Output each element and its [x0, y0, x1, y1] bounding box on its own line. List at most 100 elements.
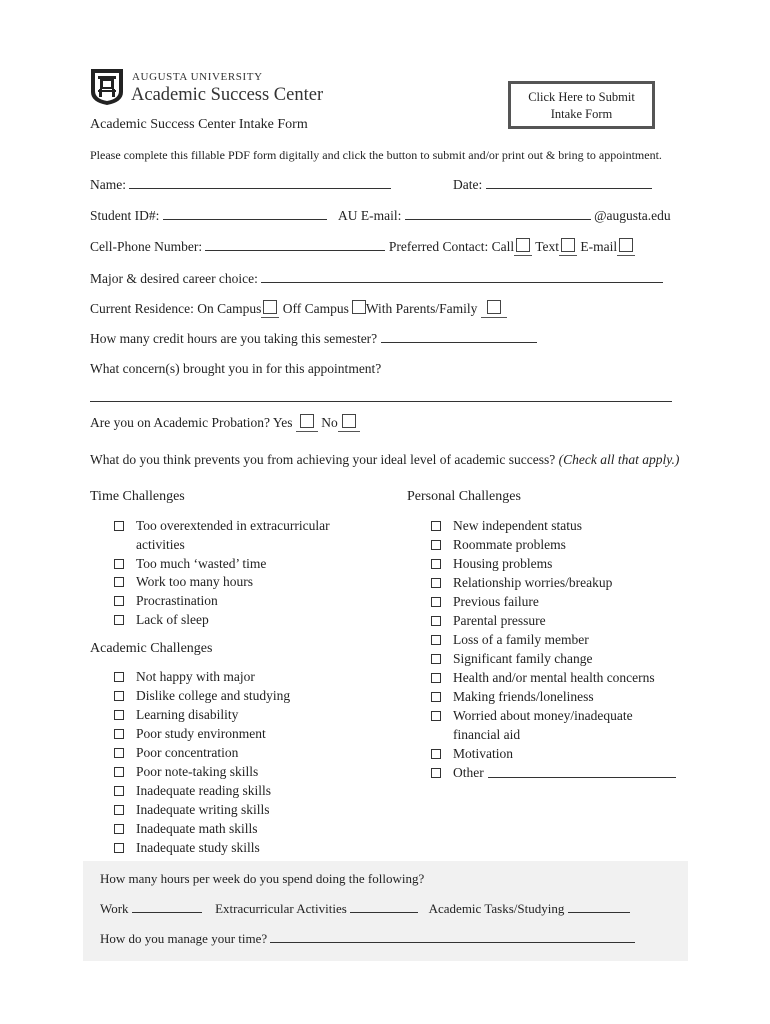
probation-label: Are you on Academic Probation? — [90, 415, 270, 430]
work-hours-field[interactable] — [131, 900, 202, 913]
contact-option-text-label: Text — [535, 239, 560, 254]
challenges-note: (Check all that apply.) — [558, 452, 680, 467]
residence-label: Current Residence: — [90, 301, 194, 316]
major-label: Major & desired career choice: — [90, 271, 258, 286]
academic-challenge-checkbox[interactable] — [114, 786, 124, 796]
personal-challenge-item-label: Other — [453, 765, 484, 780]
time-challenge-item-label: Procrastination — [136, 593, 218, 609]
name-row: Name: — [90, 176, 392, 193]
personal-challenge-checkbox[interactable] — [431, 635, 441, 645]
academic-challenge-checkbox[interactable] — [114, 843, 124, 853]
time-challenge-item-label: Lack of sleep — [136, 612, 209, 627]
probation-row: Are you on Academic Probation? Yes No — [90, 414, 360, 432]
time-challenge-item-label: Too much ‘wasted’ time — [136, 555, 267, 571]
residence-off-campus-checkbox[interactable] — [351, 300, 366, 314]
academic-challenge-item-label: Dislike college and studying — [136, 688, 291, 703]
academic-challenge-checkbox[interactable] — [114, 748, 124, 758]
academic-challenge-checkbox[interactable] — [114, 710, 124, 720]
academic-hours-label: Academic Tasks/Studying — [428, 901, 565, 916]
academic-challenge-checkbox[interactable] — [114, 824, 124, 834]
credit-hours-field[interactable] — [380, 330, 537, 343]
extracurricular-hours-label: Extracurricular Activities — [215, 901, 347, 916]
time-challenge-checkbox[interactable] — [114, 577, 124, 588]
academic-challenge-checkbox[interactable] — [114, 805, 124, 815]
form-title: Academic Success Center Intake Form — [90, 117, 308, 132]
personal-challenge-item-label: Parental pressure — [453, 613, 546, 628]
other-field[interactable] — [488, 765, 676, 778]
personal-challenge-checkbox[interactable] — [431, 540, 441, 550]
time-challenge-checkbox[interactable] — [114, 521, 124, 531]
contact-call-checkbox[interactable] — [516, 238, 531, 252]
academic-challenge-item-label: Learning disability — [136, 707, 239, 722]
personal-challenge-item-label: Relationship worries/breakup — [453, 575, 613, 590]
email-field[interactable] — [404, 207, 591, 220]
manage-time-field[interactable] — [270, 930, 636, 943]
probation-no-checkbox[interactable] — [341, 414, 356, 428]
personal-challenge-item-label: Loss of a family member — [453, 632, 589, 647]
academic-challenge-item-label: Inadequate study skills — [136, 840, 260, 855]
time-challenge-item-label: Too overextended in extracurricular — [136, 518, 330, 533]
academic-hours-field[interactable] — [567, 900, 630, 913]
concerns-field[interactable] — [90, 389, 672, 402]
personal-challenge-checkbox[interactable] — [431, 768, 441, 778]
extracurricular-hours-field[interactable] — [350, 900, 419, 913]
residence-with-parents-label: With Parents/Family — [365, 301, 478, 316]
personal-challenge-item-label: Roommate problems — [453, 537, 566, 552]
email-suffix: @augusta.edu — [594, 208, 671, 223]
personal-challenges-heading: Personal Challenges — [407, 489, 521, 504]
contact-email-checkbox[interactable] — [619, 238, 634, 252]
manage-time-label: How do you manage your time? — [100, 931, 268, 946]
manage-time-row: How do you manage your time? — [100, 930, 636, 947]
submit-intake-form-button[interactable]: Click Here to Submit Intake Form — [508, 81, 655, 129]
residence-on-campus-checkbox[interactable] — [263, 300, 278, 314]
time-challenge-checkbox[interactable] — [114, 558, 124, 569]
academic-challenge-item-label: Poor study environment — [136, 726, 266, 741]
personal-challenge-checkbox[interactable] — [431, 749, 441, 759]
date-label: Date: — [453, 177, 483, 192]
academic-challenge-checkbox[interactable] — [114, 767, 124, 777]
residence-with-parents-checkbox[interactable] — [486, 300, 501, 314]
time-challenge-checkbox[interactable] — [114, 596, 124, 607]
time-challenge-checkbox[interactable] — [114, 615, 124, 625]
personal-challenge-item-label: Making friends/loneliness — [453, 689, 594, 704]
personal-challenge-checkbox[interactable] — [431, 673, 441, 683]
submit-button-label-line2: Intake Form — [550, 107, 613, 121]
time-challenge-item-label-continued: activities — [136, 536, 185, 552]
personal-challenge-checkbox[interactable] — [431, 597, 441, 607]
major-field[interactable] — [261, 270, 664, 283]
academic-challenge-checkbox[interactable] — [114, 672, 124, 682]
personal-challenge-checkbox[interactable] — [431, 654, 441, 664]
name-label: Name: — [90, 177, 126, 192]
phone-row: Cell-Phone Number: Preferred Contact: Ca… — [90, 238, 636, 256]
personal-challenge-checkbox[interactable] — [431, 711, 441, 721]
date-field[interactable] — [485, 176, 652, 189]
date-row: Date: — [453, 176, 652, 193]
personal-challenge-checkbox[interactable] — [431, 559, 441, 569]
student-id-field[interactable] — [162, 207, 327, 220]
department-name: Academic Success Center — [131, 85, 324, 105]
residence-on-campus-label: On Campus — [197, 301, 262, 316]
phone-field[interactable] — [205, 238, 386, 251]
personal-challenge-item-label: Housing problems — [453, 556, 553, 571]
contact-text-checkbox[interactable] — [561, 238, 576, 252]
personal-challenge-item-label: New independent status — [453, 518, 582, 533]
personal-challenge-item-label: Motivation — [453, 746, 513, 761]
major-row: Major & desired career choice: — [90, 270, 664, 287]
preferred-contact-label: Preferred Contact: — [388, 239, 489, 254]
challenges-question: What do you think prevents you from achi… — [90, 452, 679, 468]
personal-challenge-checkbox[interactable] — [431, 578, 441, 588]
personal-challenge-item-label: Significant family change — [453, 651, 593, 666]
academic-challenge-checkbox[interactable] — [114, 691, 124, 701]
time-challenges-heading: Time Challenges — [90, 489, 185, 504]
personal-challenge-checkbox[interactable] — [431, 616, 441, 626]
university-name: AUGUSTA UNIVERSITY — [132, 71, 263, 83]
name-field[interactable] — [129, 176, 392, 189]
personal-challenge-checkbox[interactable] — [431, 521, 441, 531]
personal-challenge-item-label-continued: financial aid — [453, 727, 521, 742]
academic-challenge-item-label: Poor note-taking skills — [136, 764, 259, 779]
probation-yes-checkbox[interactable] — [299, 414, 314, 428]
personal-challenge-checkbox[interactable] — [431, 692, 441, 702]
phone-label: Cell-Phone Number: — [90, 239, 203, 254]
academic-challenge-checkbox[interactable] — [114, 729, 124, 739]
student-id-label: Student ID#: — [90, 208, 160, 223]
